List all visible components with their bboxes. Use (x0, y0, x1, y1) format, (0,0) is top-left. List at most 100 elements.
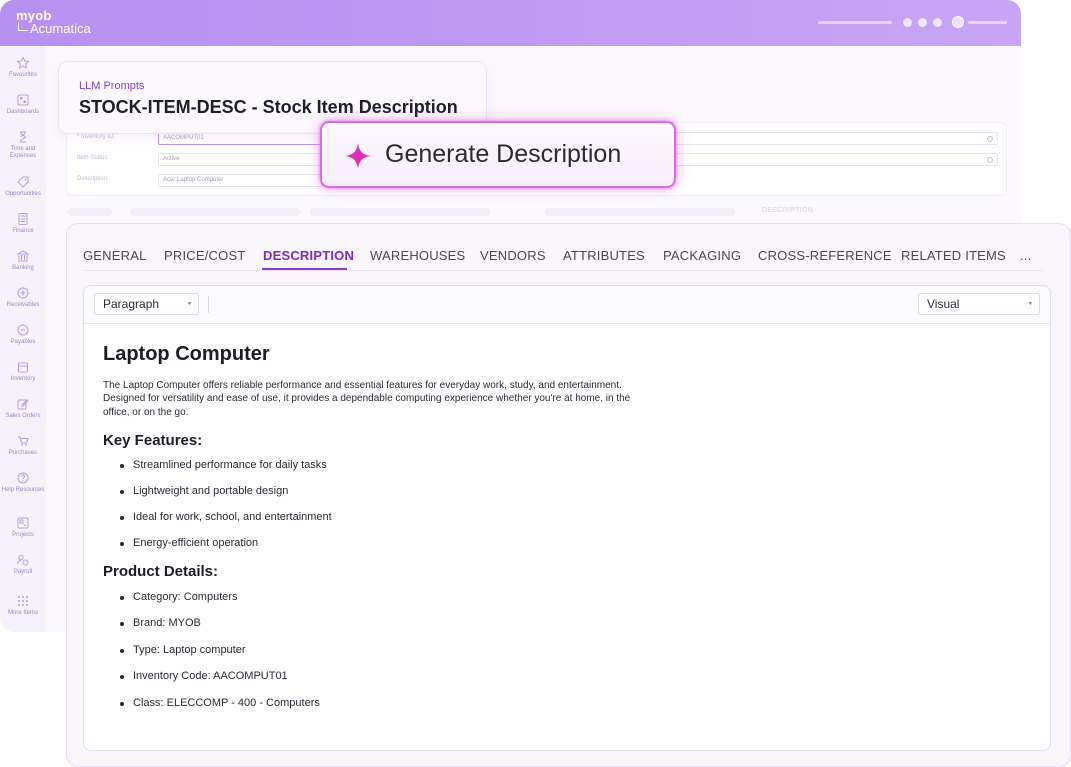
field-option-icon[interactable] (987, 136, 993, 142)
list-item: Class: ELECCOMP - 400 - Computers (103, 697, 643, 710)
item-status-field[interactable]: Active (158, 153, 328, 166)
ghost-tab-description[interactable]: DESCRIPTION (762, 207, 813, 214)
sidebar-item-dashboards[interactable]: Dashboards (0, 93, 46, 116)
list-item: Category: Computers (103, 591, 643, 604)
rich-text-editor[interactable]: Paragraph ▼ Visual ▼ Laptop Computer The… (83, 285, 1051, 751)
key-features-list: Streamlined performance for daily tasks … (103, 459, 643, 550)
edit-icon (17, 399, 29, 410)
ghost-tab[interactable] (310, 208, 490, 216)
prompt-title: STOCK-ITEM-DESC - Stock Item Description (79, 97, 458, 117)
tab-description[interactable]: DESCRIPTION (263, 248, 354, 263)
view-mode-value: Visual (927, 297, 960, 311)
list-item: Energy-efficient operation (103, 537, 643, 550)
bank-icon (16, 250, 30, 262)
toolbar-icon[interactable] (918, 18, 927, 27)
sidebar-item-label: Favourites (8, 72, 37, 78)
tag-icon (17, 176, 29, 188)
tab-warehouses[interactable]: WAREHOUSES (370, 248, 465, 263)
paragraph-format-select[interactable]: Paragraph ▼ (94, 293, 199, 315)
background-field[interactable] (673, 153, 998, 166)
sidebar-item-sales-orders[interactable]: Sales Orders (0, 397, 46, 420)
sidebar-item-payables[interactable]: Payables (0, 323, 46, 346)
grid-icon (18, 596, 28, 606)
sidebar-item-help-resources[interactable]: Help Resources (0, 471, 46, 494)
prompt-eyebrow: LLM Prompts (79, 80, 145, 92)
minus-circle-icon (17, 324, 29, 336)
toolbar-icon[interactable] (933, 18, 942, 27)
tab-more[interactable]: ... (1020, 248, 1031, 263)
tab-related-items[interactable]: RELATED ITEMS (901, 248, 1006, 263)
description-field[interactable]: Acer Laptop Computer (158, 174, 328, 187)
user-name-placeholder[interactable] (968, 21, 1007, 24)
tab-divider (83, 270, 1043, 271)
sidebar-item-label: Projects (12, 532, 34, 538)
sidebar-item-receivables[interactable]: Receivables (0, 286, 46, 309)
sidebar-item-time-and-expenses[interactable]: Time and Expenses (0, 130, 46, 160)
view-mode-select[interactable]: Visual ▼ (918, 293, 1040, 315)
tab-price-cost[interactable]: PRICE/COST (164, 248, 245, 263)
inventory-id-label: * Inventory ID: (77, 134, 116, 140)
tab-general[interactable]: GENERAL (83, 248, 147, 263)
sidebar-item-purchases[interactable]: Purchases (0, 434, 46, 457)
tab-packaging[interactable]: PACKAGING (663, 248, 741, 263)
top-bar: myob Acumatica (0, 0, 1021, 46)
sidebar-item-label: Banking (12, 265, 34, 271)
list-item: Inventory Code: AACOMPUT01 (103, 670, 643, 683)
calculator-icon (18, 213, 28, 225)
document-title: Laptop Computer (103, 343, 270, 365)
list-item: Type: Laptop computer (103, 644, 643, 657)
description-document[interactable]: Laptop Computer The Laptop Computer offe… (103, 342, 643, 710)
sidebar-item-label: Inventory (10, 376, 36, 382)
sidebar-item-opportunities[interactable]: Opportunities (0, 175, 46, 198)
sparkle-icon (345, 143, 371, 169)
generate-description-label: Generate Description (385, 140, 622, 168)
document-intro: The Laptop Computer offers reliable perf… (103, 380, 631, 418)
sidebar-item-favourites[interactable]: Favourites (0, 56, 46, 79)
sidebar-item-banking[interactable]: Banking (0, 249, 46, 272)
list-item: Brand: MYOB (103, 617, 643, 630)
chevron-down-icon: ▼ (187, 301, 192, 307)
generate-description-button[interactable]: Generate Description (320, 121, 676, 188)
projects-icon (17, 517, 29, 529)
hourglass-icon (20, 131, 27, 143)
chevron-down-icon: ▼ (1028, 301, 1033, 307)
tab-cross-reference[interactable]: CROSS-REFERENCE (758, 248, 892, 263)
item-description-panel: GENERAL PRICE/COST DESCRIPTION WAREHOUSE… (66, 223, 1071, 767)
logo-line2: Acumatica (16, 22, 91, 35)
tab-vendors[interactable]: VENDORS (480, 248, 546, 263)
toolbar-icon[interactable] (903, 18, 912, 27)
sidebar-item-label: Finance (12, 228, 34, 234)
app-logo: myob Acumatica (16, 9, 91, 35)
sidebar-item-label: Help Resources (1, 487, 45, 493)
sidebar-item-label: Purchases (8, 450, 38, 456)
plus-circle-icon (17, 287, 29, 299)
tab-attributes[interactable]: ATTRIBUTES (563, 248, 645, 263)
sidebar-item-payroll[interactable]: Payroll (0, 553, 46, 576)
editor-toolbar: Paragraph ▼ Visual ▼ (84, 286, 1050, 324)
field-option-icon[interactable] (987, 157, 993, 163)
cart-icon (18, 436, 29, 446)
box-icon (18, 362, 28, 373)
sidebar-item-label: Dashboards (6, 109, 40, 115)
sidebar-item-label: More Items (7, 610, 38, 616)
sidebar-item-label: Time and Expenses (9, 146, 37, 159)
key-features-heading: Key Features: (103, 431, 203, 449)
sidebar-item-finance[interactable]: Finance (0, 212, 46, 235)
search-bar-placeholder[interactable] (818, 21, 892, 24)
sidebar-item-more-items[interactable]: More Items (0, 594, 46, 617)
avatar[interactable] (952, 16, 964, 28)
list-item: Ideal for work, school, and entertainmen… (103, 511, 643, 524)
ghost-tab[interactable] (68, 208, 112, 216)
payroll-icon (17, 554, 29, 566)
sidebar-item-projects[interactable]: Projects (0, 516, 46, 539)
list-item: Streamlined performance for daily tasks (103, 459, 643, 472)
sidebar: Favourites Dashboards Time and Expenses … (0, 46, 46, 632)
list-item: Lightweight and portable design (103, 485, 643, 498)
star-icon (16, 56, 30, 69)
sidebar-item-inventory[interactable]: Inventory (0, 360, 46, 383)
ghost-tab[interactable] (545, 208, 735, 216)
help-icon (17, 472, 29, 484)
background-field[interactable] (673, 132, 998, 145)
paragraph-format-value: Paragraph (103, 297, 160, 311)
ghost-tab[interactable] (130, 208, 300, 216)
